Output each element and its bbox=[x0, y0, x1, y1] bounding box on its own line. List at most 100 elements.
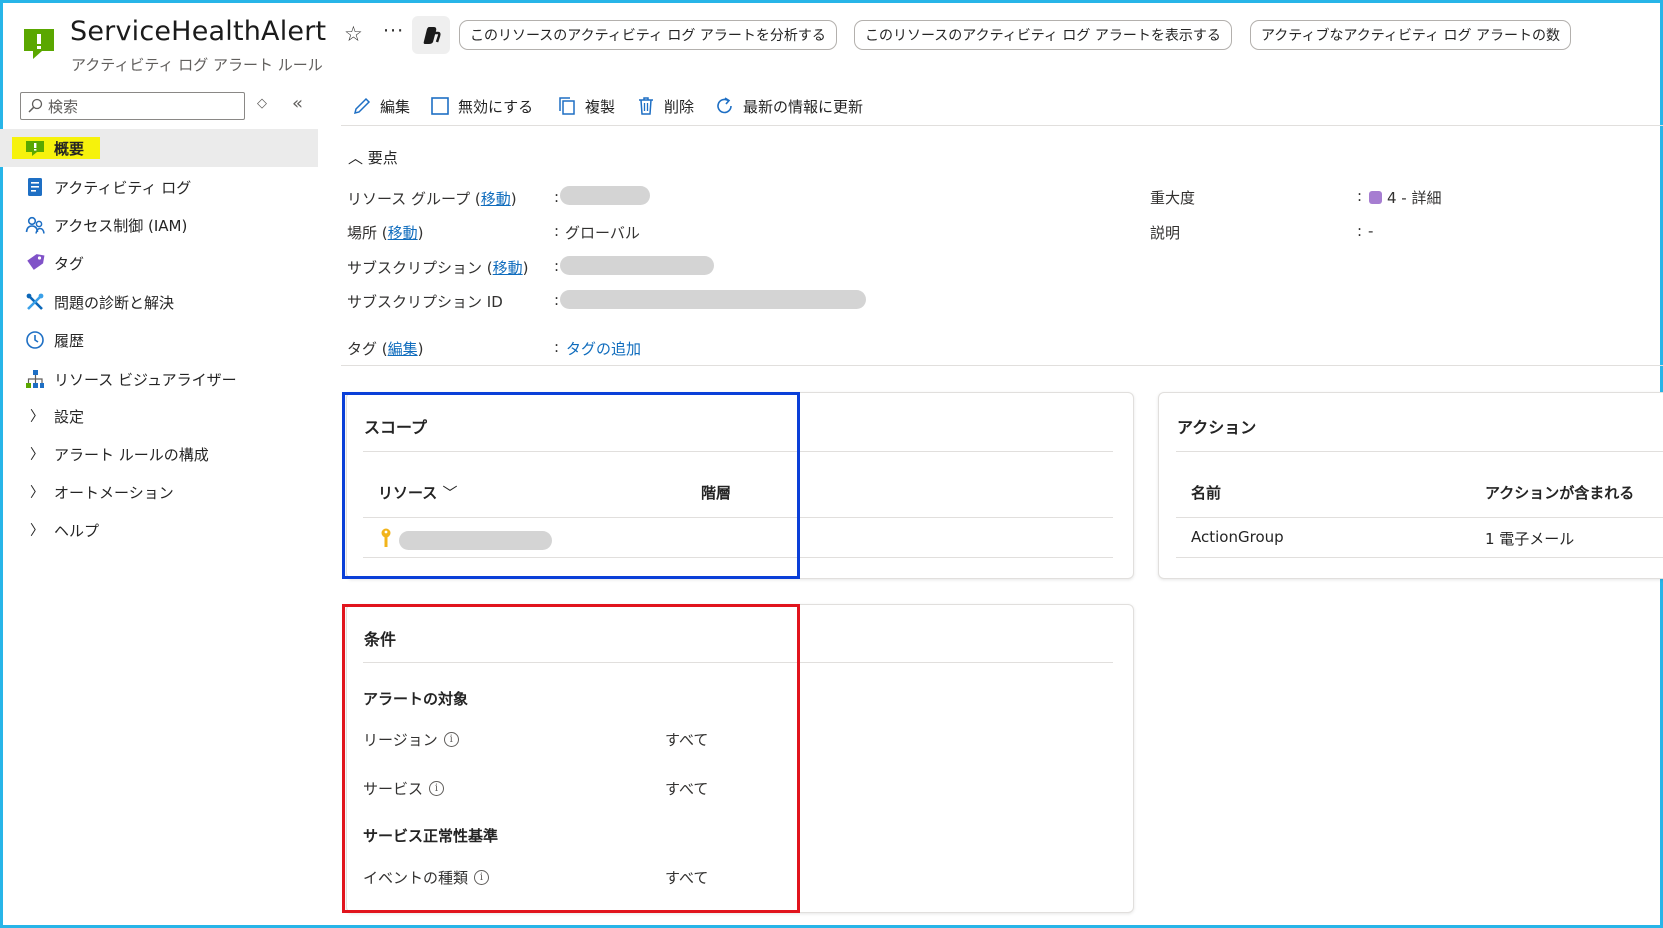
alert-rule-icon bbox=[26, 141, 44, 156]
sidebar-item-label: 問題の診断と解決 bbox=[54, 293, 175, 312]
hierarchy-icon bbox=[26, 370, 44, 388]
sidebar-item-iam[interactable]: アクセス制御 (IAM) bbox=[0, 206, 318, 244]
clock-icon bbox=[26, 331, 44, 349]
colon: : bbox=[1357, 187, 1363, 205]
essentials-divider bbox=[341, 365, 1663, 366]
edit-button[interactable]: 編集 bbox=[352, 93, 410, 119]
name-column-header: 名前 bbox=[1191, 484, 1222, 502]
subscription-move-link[interactable]: 移動 bbox=[493, 259, 523, 277]
refresh-icon bbox=[717, 97, 732, 114]
subscription-id-label: サブスクリプション ID bbox=[347, 293, 503, 311]
severity-icon bbox=[1369, 191, 1382, 204]
colon: : bbox=[554, 257, 560, 275]
sidebar-item-label: 設定 bbox=[54, 407, 85, 426]
show-alerts-button[interactable]: このリソースのアクティビティ ログ アラートを表示する bbox=[854, 20, 1232, 50]
sidebar-item-label: アクティビティ ログ bbox=[54, 178, 192, 197]
essentials-toggle[interactable]: ︿ 要点 bbox=[348, 147, 398, 168]
chevron-right-icon: 〉 bbox=[30, 409, 44, 425]
chevron-right-icon: 〉 bbox=[30, 485, 44, 501]
page-title: ServiceHealthAlert bbox=[70, 16, 327, 47]
description-label: 説明 bbox=[1150, 224, 1181, 242]
description-value: - bbox=[1368, 222, 1374, 240]
tags-edit-link[interactable]: 編集 bbox=[388, 340, 418, 358]
refresh-label: 最新の情報に更新 bbox=[743, 97, 864, 116]
colon: : bbox=[554, 338, 560, 356]
collapse-sidebar-icon[interactable]: « bbox=[292, 93, 303, 114]
location-value: グローバル bbox=[565, 224, 640, 242]
search-input[interactable]: 検索 bbox=[20, 92, 245, 120]
tag-icon bbox=[27, 254, 45, 270]
alert-rule-icon bbox=[24, 29, 54, 59]
actions-title: アクション bbox=[1177, 418, 1257, 437]
copilot-icon[interactable] bbox=[412, 16, 450, 54]
copy-label: 複製 bbox=[585, 97, 616, 116]
sidebar-item-label: タグ bbox=[54, 254, 85, 273]
card-divider bbox=[1176, 557, 1663, 558]
people-icon bbox=[25, 216, 45, 234]
actions-column-header: アクションが含まれる bbox=[1485, 484, 1635, 502]
colon: : bbox=[1357, 222, 1363, 240]
search-placeholder: 検索 bbox=[48, 97, 79, 116]
trash-icon bbox=[639, 97, 653, 115]
severity-label: 重大度 bbox=[1150, 189, 1196, 207]
search-icon bbox=[28, 98, 43, 113]
location-label: 場所 (移動) bbox=[347, 224, 424, 242]
wrench-icon bbox=[26, 293, 44, 310]
more-icon[interactable]: ··· bbox=[383, 20, 404, 42]
delete-button[interactable]: 削除 bbox=[636, 93, 694, 119]
sidebar-item-resource-visualizer[interactable]: リソース ビジュアライザー bbox=[0, 360, 318, 398]
tags-label: タグ (編集) bbox=[347, 340, 424, 358]
checkbox-icon bbox=[431, 97, 449, 115]
edit-label: 編集 bbox=[380, 97, 411, 116]
sidebar-item-label: アラート ルールの構成 bbox=[54, 445, 209, 464]
sort-icon[interactable]: ◇ bbox=[257, 96, 267, 111]
sidebar-item-help[interactable]: 〉 ヘルプ bbox=[0, 511, 318, 549]
disable-button[interactable]: 無効にする bbox=[430, 93, 533, 119]
sidebar-item-label: リソース ビジュアライザー bbox=[54, 370, 237, 389]
analyze-alerts-button[interactable]: このリソースのアクティビティ ログ アラートを分析する bbox=[459, 20, 837, 50]
activity-log-icon bbox=[28, 178, 42, 196]
resource-group-move-link[interactable]: 移動 bbox=[481, 190, 511, 208]
sidebar-item-label: 概要 bbox=[54, 139, 85, 158]
sidebar-item-settings[interactable]: 〉 設定 bbox=[0, 397, 318, 435]
star-icon[interactable]: ☆ bbox=[344, 22, 363, 46]
scope-highlight-box bbox=[342, 392, 800, 579]
chevron-right-icon: 〉 bbox=[30, 523, 44, 539]
card-divider bbox=[1176, 451, 1663, 452]
colon: : bbox=[554, 291, 560, 309]
sidebar-item-overview[interactable]: 概要 bbox=[0, 129, 318, 167]
colon: : bbox=[554, 222, 560, 240]
severity-value: 4 - 詳細 bbox=[1369, 187, 1442, 208]
sidebar-item-tags[interactable]: タグ bbox=[0, 244, 318, 282]
sidebar-item-automation[interactable]: 〉 オートメーション bbox=[0, 473, 318, 511]
resource-group-label: リソース グループ (移動) bbox=[347, 190, 517, 208]
location-move-link[interactable]: 移動 bbox=[388, 224, 418, 242]
chevron-up-icon: ︿ bbox=[348, 149, 364, 167]
sidebar-item-label: 履歴 bbox=[54, 331, 85, 350]
refresh-button[interactable]: 最新の情報に更新 bbox=[715, 93, 863, 119]
toolbar-divider bbox=[341, 125, 1663, 126]
action-group-actions: 1 電子メール bbox=[1485, 530, 1575, 548]
sidebar-item-diagnose[interactable]: 問題の診断と解決 bbox=[0, 283, 318, 321]
sidebar-item-history[interactable]: 履歴 bbox=[0, 321, 318, 359]
colon: : bbox=[554, 188, 560, 206]
chevron-right-icon: 〉 bbox=[30, 447, 44, 463]
action-group-name: ActionGroup bbox=[1191, 528, 1284, 546]
sidebar-item-label: ヘルプ bbox=[54, 521, 100, 540]
essentials-toggle-label: 要点 bbox=[367, 149, 398, 167]
condition-highlight-box bbox=[342, 604, 800, 913]
delete-label: 削除 bbox=[664, 97, 695, 116]
sidebar-item-alert-rule-config[interactable]: 〉 アラート ルールの構成 bbox=[0, 435, 318, 473]
redacted-subscription-id bbox=[560, 290, 866, 309]
card-divider bbox=[1176, 517, 1663, 518]
copy-icon bbox=[559, 97, 575, 115]
sidebar-item-activity-log[interactable]: アクティビティ ログ bbox=[0, 168, 318, 206]
page-subtitle: アクティビティ ログ アラート ルール bbox=[71, 56, 323, 74]
active-alerts-count-button[interactable]: アクティブなアクティビティ ログ アラートの数 bbox=[1250, 20, 1571, 50]
add-tags-link[interactable]: タグの追加 bbox=[566, 338, 641, 359]
redacted-resource-group bbox=[560, 186, 650, 205]
disable-label: 無効にする bbox=[458, 97, 534, 116]
copy-button[interactable]: 複製 bbox=[557, 93, 615, 119]
redacted-subscription bbox=[560, 256, 714, 275]
subscription-label: サブスクリプション (移動) bbox=[347, 259, 529, 277]
